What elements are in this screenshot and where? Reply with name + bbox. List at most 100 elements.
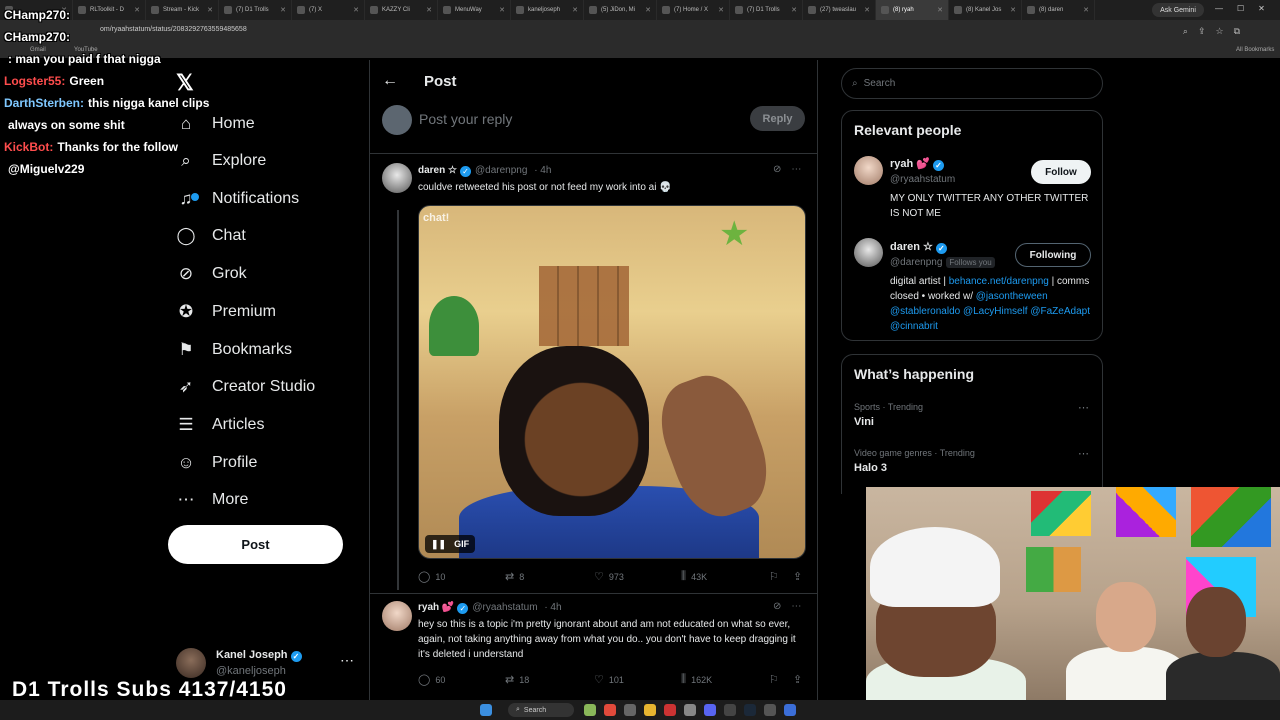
reply-button[interactable]: Reply bbox=[750, 106, 805, 131]
browser-tab[interactable]: (27) tweaslau ✕ bbox=[803, 0, 876, 20]
tab-close-icon[interactable]: ✕ bbox=[937, 6, 943, 14]
maximize-icon[interactable]: ☐ bbox=[1237, 4, 1244, 13]
close-icon[interactable]: ✕ bbox=[1258, 4, 1265, 13]
nav-bookmarks[interactable]: ⚑ Bookmarks bbox=[176, 335, 292, 365]
browser-tab[interactable]: (8) daren ✕ bbox=[1022, 0, 1095, 20]
more-icon[interactable]: ⋯ bbox=[791, 164, 801, 175]
nav-premium[interactable]: ✪ Premium bbox=[176, 297, 276, 327]
search-input[interactable]: ⌕ Search bbox=[841, 68, 1103, 99]
avatar[interactable] bbox=[382, 163, 412, 193]
all-bookmarks[interactable]: All Bookmarks bbox=[1236, 47, 1274, 53]
tweet-time[interactable]: · 4h bbox=[534, 165, 551, 176]
nav-notifications[interactable]: ♫ Notifications bbox=[176, 184, 300, 214]
app-icon[interactable] bbox=[784, 704, 796, 716]
chrome-icon[interactable] bbox=[604, 704, 616, 716]
share-icon[interactable]: ⇪ bbox=[1198, 26, 1206, 37]
tweet-author-handle[interactable]: @ryaahstatum bbox=[472, 602, 537, 613]
pause-icon[interactable]: ❚❚ bbox=[431, 539, 446, 550]
more-icon[interactable]: ⋯ bbox=[1078, 401, 1089, 414]
account-more-icon[interactable]: ⋯ bbox=[340, 652, 354, 669]
nav-articles[interactable]: ☰ Articles bbox=[176, 410, 264, 440]
tweet-author-handle[interactable]: @darenpng bbox=[475, 165, 527, 176]
tab-close-icon[interactable]: ✕ bbox=[426, 6, 432, 14]
tab-close-icon[interactable]: ✕ bbox=[499, 6, 505, 14]
back-arrow-icon[interactable]: ← bbox=[382, 72, 398, 90]
bookmark-action[interactable]: ⚐ bbox=[769, 570, 779, 583]
windows-start-icon[interactable] bbox=[480, 704, 492, 716]
person-name[interactable]: daren ☆ bbox=[890, 241, 933, 253]
app-icon[interactable] bbox=[764, 704, 776, 716]
gif-badge[interactable]: ❚❚ GIF bbox=[425, 535, 476, 553]
app-icon[interactable] bbox=[624, 704, 636, 716]
person-name[interactable]: ryah 💕 bbox=[890, 158, 930, 170]
more-icon[interactable]: ⋯ bbox=[1078, 447, 1089, 460]
browser-tab[interactable]: (5) JiDon, Mi ✕ bbox=[584, 0, 657, 20]
tweet-time[interactable]: · 4h bbox=[544, 602, 561, 613]
person-handle[interactable]: @darenpng bbox=[890, 257, 942, 268]
app-icon[interactable] bbox=[664, 704, 676, 716]
post-button[interactable]: Post bbox=[168, 525, 343, 564]
browser-tab[interactable]: MenuWay ✕ bbox=[438, 0, 511, 20]
avatar[interactable] bbox=[854, 238, 883, 267]
share-action[interactable]: ⇪ bbox=[793, 570, 802, 583]
reply-action[interactable]: ◯ 10 bbox=[418, 570, 445, 583]
browser-tab[interactable]: (7) Home / X ✕ bbox=[657, 0, 730, 20]
nav-more[interactable]: ⋯ More bbox=[176, 485, 249, 515]
browser-tab[interactable]: (7) X ✕ bbox=[292, 0, 365, 20]
star-icon[interactable]: ☆ bbox=[1215, 26, 1223, 37]
repost-action[interactable]: ⇄ 18 bbox=[505, 673, 529, 686]
grok-icon[interactable]: ⊘ bbox=[773, 601, 781, 612]
tweet-author-name[interactable]: ryah 💕 bbox=[418, 602, 454, 613]
nav-chat[interactable]: ◯ Chat bbox=[176, 221, 245, 251]
zoom-icon[interactable]: ⌕ bbox=[1183, 26, 1188, 37]
browser-tab[interactable]: KAZZY Cli ✕ bbox=[365, 0, 438, 20]
folder-icon[interactable] bbox=[644, 704, 656, 716]
tab-close-icon[interactable]: ✕ bbox=[864, 6, 870, 14]
following-button[interactable]: Following bbox=[1015, 243, 1091, 267]
person-handle[interactable]: @ryaahstatum bbox=[890, 174, 955, 185]
tab-close-icon[interactable]: ✕ bbox=[1010, 6, 1016, 14]
reply-input[interactable]: Post your reply bbox=[419, 111, 512, 127]
tab-close-icon[interactable]: ✕ bbox=[645, 6, 651, 14]
like-action[interactable]: ♡ 973 bbox=[594, 570, 624, 583]
app-icon[interactable] bbox=[684, 704, 696, 716]
tweet-media-gif[interactable]: chat! ★ ❚❚ GIF bbox=[418, 205, 806, 559]
reply-action[interactable]: ◯ 60 bbox=[418, 673, 445, 686]
tab-close-icon[interactable]: ✕ bbox=[1083, 6, 1089, 14]
tweet-author-name[interactable]: daren ☆ bbox=[418, 165, 457, 176]
trend-name[interactable]: Halo 3 bbox=[854, 462, 887, 474]
account-switcher[interactable]: Kanel Joseph ✓ @kaneljoseph ⋯ bbox=[176, 646, 354, 680]
avatar[interactable] bbox=[854, 156, 883, 185]
repost-action[interactable]: ⇄ 8 bbox=[505, 570, 524, 583]
app-icon[interactable] bbox=[584, 704, 596, 716]
steam-icon[interactable] bbox=[744, 704, 756, 716]
app-icon[interactable] bbox=[724, 704, 736, 716]
trend-name[interactable]: Vini bbox=[854, 416, 874, 428]
grok-icon[interactable]: ⊘ bbox=[773, 164, 781, 175]
tab-close-icon[interactable]: ✕ bbox=[572, 6, 578, 14]
views-action[interactable]: ⫼ 43K bbox=[681, 570, 707, 583]
views-action[interactable]: ⫼ 162K bbox=[681, 673, 712, 686]
browser-tab[interactable]: (8) Kanel Jos ✕ bbox=[949, 0, 1022, 20]
tab-close-icon[interactable]: ✕ bbox=[791, 6, 797, 14]
discord-icon[interactable] bbox=[704, 704, 716, 716]
share-action[interactable]: ⇪ bbox=[793, 673, 802, 686]
like-action[interactable]: ♡ 101 bbox=[594, 673, 624, 686]
taskbar-search[interactable]: ⌕ Search bbox=[508, 703, 574, 717]
nav-profile[interactable]: ☺ Profile bbox=[176, 448, 257, 478]
browser-tab[interactable]: (7) D1 Trolls ✕ bbox=[730, 0, 803, 20]
tab-close-icon[interactable]: ✕ bbox=[718, 6, 724, 14]
follow-button[interactable]: Follow bbox=[1031, 160, 1091, 184]
nav-creator-studio[interactable]: ➶ Creator Studio bbox=[176, 372, 315, 402]
more-icon[interactable]: ⋯ bbox=[791, 601, 801, 612]
avatar[interactable] bbox=[382, 601, 412, 631]
browser-tab[interactable]: kaneljoseph ✕ bbox=[511, 0, 584, 20]
tab-close-icon[interactable]: ✕ bbox=[353, 6, 359, 14]
extensions-icon[interactable]: ⧉ bbox=[1234, 26, 1240, 37]
browser-tab[interactable]: (8) ryah ✕ bbox=[876, 0, 949, 20]
bookmark-action[interactable]: ⚐ bbox=[769, 673, 779, 686]
ask-gemini-button[interactable]: Ask Gemini bbox=[1152, 3, 1204, 17]
bio-link[interactable]: behance.net/darenpng bbox=[949, 276, 1049, 287]
nav-grok[interactable]: ⊘ Grok bbox=[176, 259, 247, 289]
minimize-icon[interactable]: — bbox=[1215, 4, 1223, 13]
